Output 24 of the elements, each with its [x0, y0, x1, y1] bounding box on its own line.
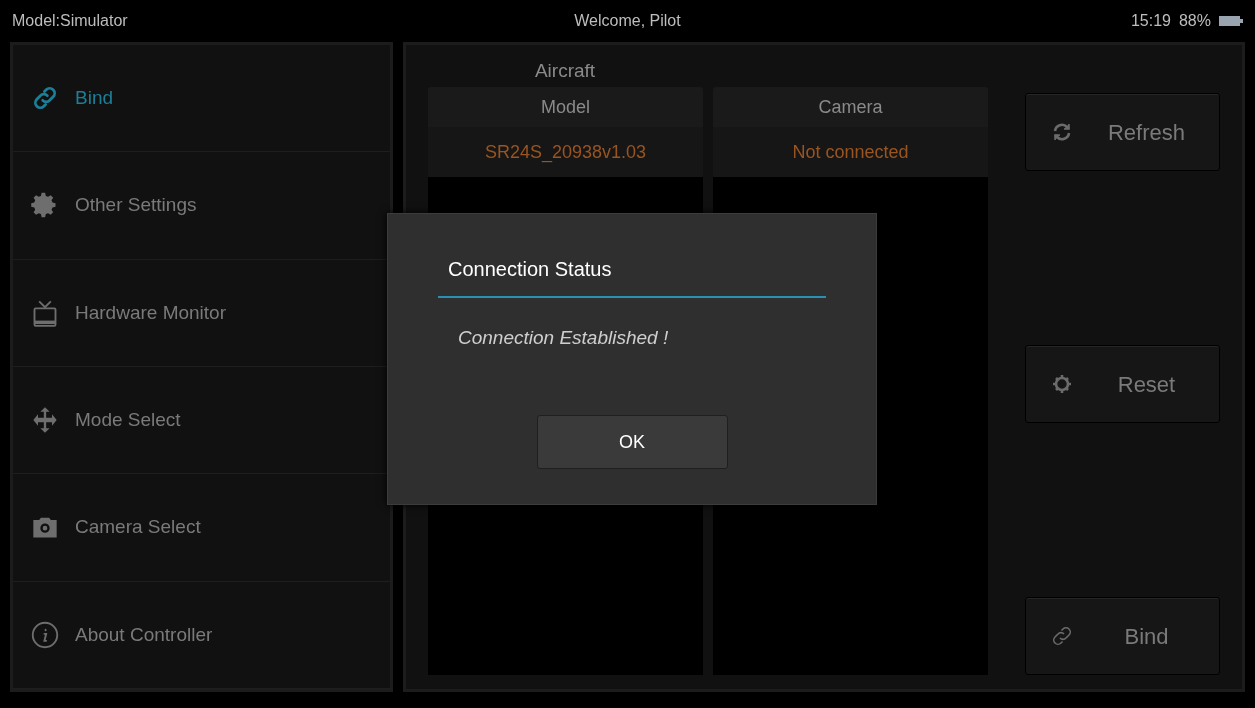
model-label: Model:Simulator — [12, 11, 129, 31]
sidebar-item[interactable]: About Controller — [13, 581, 390, 689]
ok-button[interactable]: OK — [536, 415, 728, 469]
action-button[interactable]: Refresh — [1025, 93, 1220, 171]
gear-icon — [31, 191, 59, 220]
column-header: Model — [428, 87, 703, 127]
battery-percent: 88% — [1178, 11, 1211, 31]
section-title: Aircraft — [533, 58, 597, 83]
battery-icon — [1219, 15, 1243, 27]
action-button[interactable]: Reset — [1025, 345, 1220, 423]
move-arrows-icon — [31, 406, 59, 435]
clock: 15:19 — [1130, 11, 1171, 31]
dialog-message: Connection Established ! — [457, 326, 670, 350]
column-header: Camera — [713, 87, 988, 127]
sidebar-item[interactable]: Bind — [13, 45, 390, 153]
action-button[interactable]: Bind — [1025, 597, 1220, 675]
table-cell: Not connected — [713, 127, 988, 177]
info-icon — [31, 620, 59, 649]
dialog-title: Connection Status — [438, 214, 826, 298]
gear-arrows-icon — [1050, 372, 1074, 396]
tv-icon — [31, 298, 59, 327]
table-cell: SR24S_20938v1.03 — [428, 127, 703, 177]
welcome-text: Welcome, Pilot — [573, 11, 682, 31]
link-icon — [1050, 624, 1074, 648]
